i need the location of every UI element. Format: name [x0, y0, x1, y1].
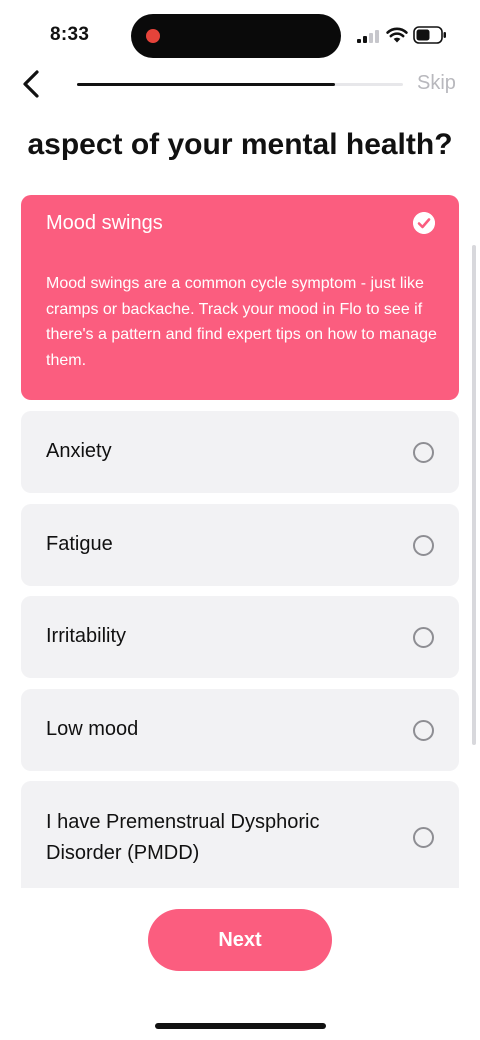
radio-unselected-icon[interactable]	[413, 827, 434, 848]
option-anxiety[interactable]: Anxiety	[21, 411, 459, 493]
radio-unselected-icon[interactable]	[413, 442, 434, 463]
question-title: aspect of your mental health?	[27, 128, 453, 161]
battery-icon	[413, 26, 446, 44]
option-pmdd[interactable]: I have Premenstrual Dysphoric Disorder (…	[21, 781, 459, 888]
option-irritability[interactable]: Irritability	[21, 596, 459, 678]
option-mood-swings[interactable]: Mood swings Mood swings are a common cyc…	[21, 195, 459, 400]
scrollbar[interactable]	[472, 245, 476, 745]
option-label: Anxiety	[46, 440, 112, 462]
checkmark-icon	[413, 212, 435, 234]
radio-unselected-icon[interactable]	[413, 720, 434, 741]
progress-bar-fill	[77, 83, 335, 86]
option-label: I have Premenstrual Dysphoric Disorder (…	[46, 811, 320, 864]
option-fatigue[interactable]: Fatigue	[21, 504, 459, 586]
options-scroll-area[interactable]: aspect of your mental health? Mood swing…	[0, 108, 480, 888]
wifi-icon	[386, 27, 408, 43]
option-low-mood[interactable]: Low mood	[21, 689, 459, 771]
status-time: 8:33	[50, 24, 90, 45]
cellular-signal-icon	[357, 30, 379, 43]
option-label: Mood swings	[46, 212, 163, 234]
radio-unselected-icon[interactable]	[413, 535, 434, 556]
home-indicator[interactable]	[155, 1023, 326, 1029]
progress-bar	[77, 83, 403, 86]
dynamic-island	[131, 14, 341, 58]
status-bar: 8:33	[0, 0, 480, 64]
option-label: Fatigue	[46, 533, 113, 555]
next-button[interactable]: Next	[148, 909, 332, 971]
skip-button[interactable]: Skip	[417, 72, 456, 95]
option-label: Irritability	[46, 625, 127, 647]
option-label: Low mood	[46, 718, 139, 740]
back-chevron-icon[interactable]	[14, 66, 50, 102]
radio-unselected-icon[interactable]	[413, 627, 434, 648]
option-description: Mood swings are a common cycle symptom -…	[46, 275, 437, 369]
recording-indicator-icon	[146, 29, 160, 43]
